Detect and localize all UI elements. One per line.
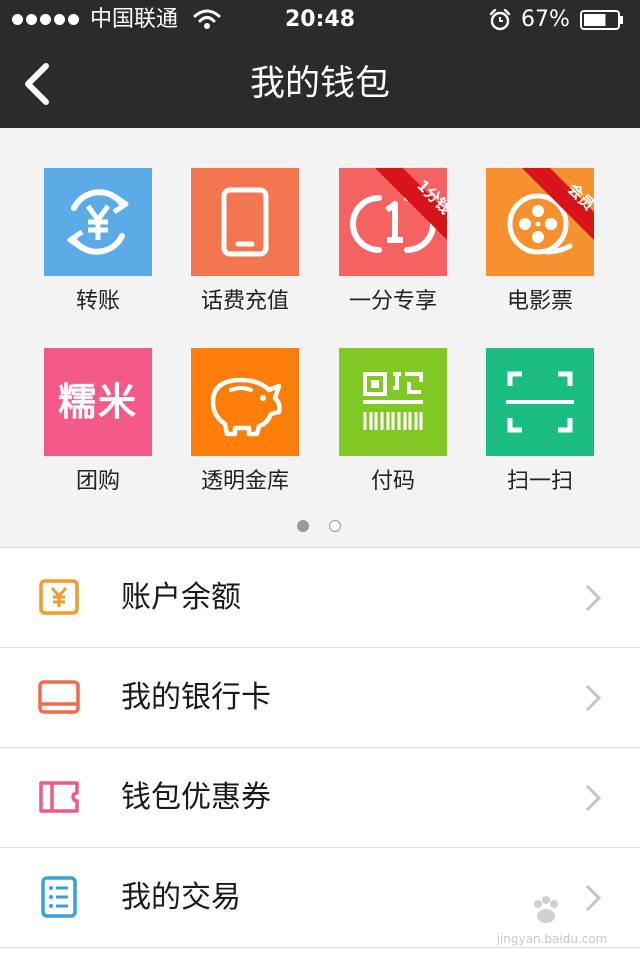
tile-background: [44, 168, 152, 276]
menu-item-label: 钱包优惠券: [121, 780, 271, 815]
top-bar: 中国联通 20:48 67% 我的钱包: [0, 0, 640, 128]
transactions-list-icon: [41, 876, 77, 918]
menu-item-label: 我的银行卡: [121, 680, 271, 715]
grid-item-payment-code[interactable]: 付码: [319, 348, 467, 498]
balance-yuan-icon: [39, 579, 79, 615]
page-dot-active[interactable]: [297, 520, 309, 532]
tile-background: 糯米: [44, 348, 152, 456]
status-bar: 中国联通 20:48 67%: [0, 0, 640, 40]
tile-background: 1分钱: [339, 168, 447, 276]
grid-item-movie-tickets[interactable]: 会员 电影票: [466, 168, 614, 318]
grid-item-label: 转账: [75, 289, 120, 314]
baidu-watermark: jingyan.baidu.com: [492, 890, 612, 950]
paw-logo-icon: [534, 896, 558, 923]
navigation-bar: 我的钱包: [0, 40, 640, 128]
grid-item-label: 扫一扫: [506, 469, 573, 494]
function-grid: 转账 话费充值 1分钱 一分专享 会员 电影票 糯米 团购 透明金库 付码 扫一…: [0, 128, 640, 548]
battery-percentage: 67%: [521, 7, 570, 32]
page-title: 我的钱包: [249, 64, 390, 104]
piggy-bank-icon: [210, 377, 282, 437]
coupon-icon: [39, 781, 79, 813]
tile-background: [191, 348, 299, 456]
menu-item-coupons[interactable]: 钱包优惠券: [0, 748, 640, 848]
bank-card-icon: [38, 680, 80, 714]
grid-item-label: 一分专享: [348, 289, 437, 314]
grid-item-scan[interactable]: 扫一扫: [466, 348, 614, 498]
grid-item-transfer[interactable]: 转账: [24, 168, 172, 318]
nuomi-logo-icon: 糯米: [57, 380, 138, 424]
grid-item-label: 电影票: [506, 289, 573, 314]
tile-background: 会员: [486, 168, 594, 276]
tile-background: [486, 348, 594, 456]
battery-icon: [580, 10, 623, 30]
chevron-right-icon: [585, 584, 602, 612]
grid-item-one-cent[interactable]: 1分钱 一分专享: [319, 168, 467, 318]
grid-item-label: 团购: [75, 469, 120, 494]
watermark-text: jingyan.baidu.com: [496, 932, 608, 946]
transfer-yuan-icon: [67, 189, 129, 255]
wallet-menu: 账户余额 我的银行卡 钱包优惠券 我的交易: [0, 548, 640, 948]
menu-item-account-balance[interactable]: 账户余额: [0, 548, 640, 648]
grid-item-label: 透明金库: [200, 469, 289, 494]
tile-background: [339, 348, 447, 456]
menu-item-bank-cards[interactable]: 我的银行卡: [0, 648, 640, 748]
phone-icon: [221, 187, 269, 257]
chevron-right-icon: [585, 684, 602, 712]
page-dot-inactive[interactable]: [329, 520, 341, 532]
page-indicator: [0, 520, 640, 536]
grid-item-label: 话费充值: [200, 289, 289, 314]
alarm-icon: [489, 9, 511, 31]
grid-item-group-buy[interactable]: 糯米 团购: [24, 348, 172, 498]
tile-background: [191, 168, 299, 276]
grid-item-vault[interactable]: 透明金库: [171, 348, 319, 498]
grid-item-label: 付码: [370, 469, 415, 494]
scan-icon: [506, 371, 574, 433]
menu-item-label: 我的交易: [121, 880, 241, 915]
chevron-right-icon: [585, 784, 602, 812]
menu-item-label: 账户余额: [121, 580, 241, 615]
grid-item-phone-recharge[interactable]: 话费充值: [171, 168, 319, 318]
payment-code-icon: [363, 372, 423, 430]
